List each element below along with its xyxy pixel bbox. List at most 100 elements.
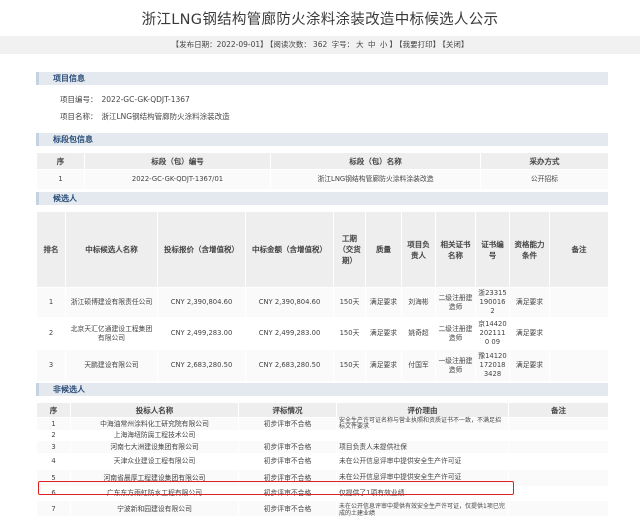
project-code-row: 项目编号： 2022-GC-GK-QDJT-1367 — [60, 94, 190, 105]
cand-cell-qualification: 满足要求 — [509, 287, 550, 318]
non-candidates-table-header: 序 投标人名称 评标情况 评价理由 备注 — [36, 402, 609, 418]
lot-table: 序 标段（包）编号 标段（包）名称 采办方式 1 2022-GC-GK-QDJT… — [36, 152, 609, 190]
cand-cell-rank: 2 — [36, 317, 66, 350]
project-name-value: 浙江LNG钢结构管廊防火涂料涂装改造 — [101, 112, 230, 121]
cand-cell-cert-name: 二级注册建造师 — [435, 317, 476, 350]
project-name-row: 项目名称： 浙江LNG钢结构管廊防火涂料涂装改造 — [60, 111, 230, 122]
nc-cell-remark — [508, 469, 609, 487]
cand-cell-rank: 1 — [36, 287, 66, 318]
non-candidates-header: 非候选人 — [36, 383, 608, 396]
close-link[interactable]: 【关闭】 — [442, 40, 468, 49]
meta-bar: 【发布日期：2022-09-01】 【阅读次数： 362 字号：大 中 小】【我要打… — [0, 36, 640, 54]
cand-cell-amount: CNY 2,390,804.60 — [245, 287, 334, 318]
table-row: 1 中海油常州涂料化工研究院有限公司 初步评审不合格 安全生产许可证名称与营业执… — [36, 417, 609, 431]
cand-col-manager: 项目负责人 — [401, 211, 436, 288]
nc-cell-remark — [508, 453, 609, 470]
cand-col-name: 中标候选人名称 — [65, 211, 158, 288]
non-candidates-table: 序 投标人名称 评标情况 评价理由 备注 1 中海油常州涂料化工研究院有限公司 … — [36, 402, 609, 516]
nc-cell-remark — [508, 417, 609, 431]
cand-cell-cert-no: 京144202021110 09 — [475, 317, 510, 350]
table-row: 4 天津众业建设工程有限公司 初步评审不合格 未在公开信息评审中提供安全生产许可… — [36, 453, 609, 470]
cand-cell-bid: CNY 2,683,280.50 — [157, 349, 246, 382]
project-name-label: 项目名称： — [60, 112, 98, 121]
nc-cell-eval: 初步评审不合格 — [238, 469, 337, 487]
candidates-table: 排名 中标候选人名称 投标报价（含增值税） 中标金额（含增值税） 工期（交货期）… — [36, 211, 609, 382]
cand-cell-manager: 姚奇超 — [401, 317, 436, 350]
nc-cell-reason: 项目负责人未提供社保 — [336, 440, 509, 454]
print-link[interactable]: 【我要打印】 — [399, 40, 440, 49]
nc-cell-reason: 未在公开信息评审中提供安全生产许可证 — [336, 469, 509, 487]
cand-col-cert-no: 证书编号 — [475, 211, 510, 288]
table-row: 1 2022-GC-GK-QDJT-1367/01 浙江LNG钢结构管廊防火涂料… — [36, 169, 609, 190]
lot-col-code: 标段（包）编号 — [84, 152, 271, 170]
cand-cell-remark — [549, 287, 609, 318]
fontsize-label: 字号： — [331, 40, 355, 49]
font-size-small-link[interactable]: 小 — [380, 40, 388, 49]
nc-cell-eval: 初步评审不合格 — [238, 453, 337, 470]
meta-close-bracket: 】 — [389, 40, 397, 49]
cand-col-bid-price: 投标报价（含增值税） — [157, 211, 246, 288]
cand-cell-name: 浙江硕博建设有限责任公司 — [65, 287, 158, 318]
nc-cell-remark — [508, 430, 609, 441]
cand-cell-remark — [549, 317, 609, 350]
table-row: 2 上海海纽防腐工程技术公司 — [36, 430, 609, 441]
nc-cell-index: 3 — [36, 440, 71, 454]
font-size-medium-link[interactable]: 中 — [368, 40, 376, 49]
nc-cell-index: 2 — [36, 430, 71, 441]
cand-cell-qualification: 满足要求 — [509, 317, 550, 350]
font-size-large-link[interactable]: 大 — [356, 40, 364, 49]
nc-cell-eval: 初步评审不合格 — [238, 486, 337, 501]
nc-cell-eval — [238, 430, 337, 441]
nc-cell-eval: 初步评审不合格 — [238, 500, 337, 516]
nc-col-name: 投标人名称 — [70, 402, 239, 418]
lot-table-header: 序 标段（包）编号 标段（包）名称 采办方式 — [36, 152, 609, 170]
nc-cell-name: 广东东方雨虹防水工程有限公司 — [70, 486, 239, 501]
cand-col-qualification: 资格能力条件 — [509, 211, 550, 288]
cand-cell-rank: 3 — [36, 349, 66, 382]
table-row: 7 宁波新和园建设有限公司 初步评审不合格 未在公开信息评审中提供有效安全生产许… — [36, 500, 609, 516]
nc-cell-name: 天津众业建设工程有限公司 — [70, 453, 239, 470]
nc-cell-reason — [336, 430, 509, 441]
nc-cell-name: 上海海纽防腐工程技术公司 — [70, 430, 239, 441]
cand-cell-duration: 150天 — [333, 287, 366, 318]
nc-cell-index: 6 — [36, 486, 71, 501]
nc-col-eval: 评标情况 — [238, 402, 337, 418]
views-count: 362 — [312, 40, 328, 49]
table-row: 5 河南省晨厚工程建设集团有限公司 初步评审不合格 未在公开信息评审中提供安全生… — [36, 469, 609, 487]
nc-cell-eval: 初步评审不合格 — [238, 440, 337, 454]
lot-cell-code: 2022-GC-GK-QDJT-1367/01 — [84, 169, 271, 190]
table-row: 3 天鹏建设有限公司 CNY 2,683,280.50 CNY 2,683,28… — [36, 349, 609, 382]
cand-cell-duration: 150天 — [333, 317, 366, 350]
nc-cell-eval: 初步评审不合格 — [238, 417, 337, 431]
project-info-header: 项目信息 — [36, 72, 608, 85]
cand-cell-remark — [549, 349, 609, 382]
cand-cell-duration: 150天 — [333, 349, 366, 382]
project-info-heading: 项目信息 — [53, 74, 85, 83]
cand-cell-name: 天鹏建设有限公司 — [65, 349, 158, 382]
nc-cell-reason: 未在公开信息评审中提供安全生产许可证 — [336, 453, 509, 470]
lot-cell-index: 1 — [36, 169, 85, 190]
cand-cell-amount: CNY 2,499,283.00 — [245, 317, 334, 350]
cand-cell-quality: 满足要求 — [365, 349, 402, 382]
nc-cell-index: 1 — [36, 417, 71, 431]
cand-col-remark: 备注 — [549, 211, 609, 288]
nc-cell-remark — [508, 486, 609, 501]
non-candidates-heading: 非候选人 — [53, 385, 85, 394]
cand-cell-quality: 满足要求 — [365, 287, 402, 318]
cand-cell-manager: 付国军 — [401, 349, 436, 382]
nc-cell-remark — [508, 440, 609, 454]
cand-cell-name: 北京天汇亿通建设工程集团有限公司 — [65, 317, 158, 350]
nc-col-index: 序 — [36, 402, 71, 418]
views-label: 【阅读次数： — [269, 40, 311, 49]
cand-col-rank: 排名 — [36, 211, 66, 288]
nc-cell-remark — [508, 500, 609, 516]
lot-col-method: 采办方式 — [480, 152, 609, 170]
cand-cell-bid: CNY 2,499,283.00 — [157, 317, 246, 350]
lot-cell-method: 公开招标 — [480, 169, 609, 190]
nc-cell-index: 5 — [36, 469, 71, 487]
lot-info-heading: 标段包信息 — [53, 135, 93, 144]
nc-cell-index: 4 — [36, 453, 71, 470]
nc-cell-name: 宁波新和园建设有限公司 — [70, 500, 239, 516]
table-row: 1 浙江硕博建设有限责任公司 CNY 2,390,804.60 CNY 2,39… — [36, 287, 609, 318]
lot-col-name: 标段（包）名称 — [270, 152, 481, 170]
